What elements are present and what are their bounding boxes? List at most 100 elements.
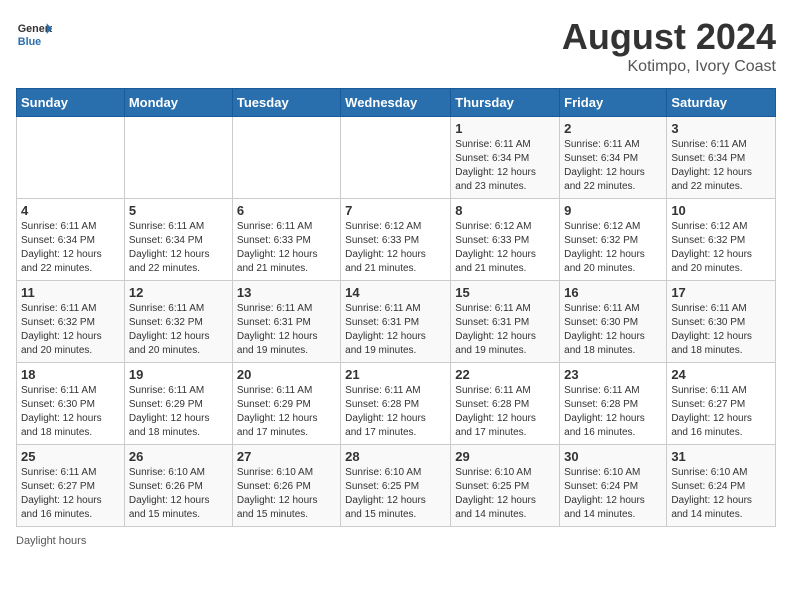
day-number: 25 <box>21 449 120 464</box>
day-number: 15 <box>455 285 555 300</box>
calendar-cell: 11 Sunrise: 6:11 AM Sunset: 6:32 PM Dayli… <box>17 281 125 363</box>
day-info: Sunrise: 6:10 AM Sunset: 6:25 PM Dayligh… <box>455 466 555 522</box>
day-info: Sunrise: 6:12 AM Sunset: 6:33 PM Dayligh… <box>345 220 446 276</box>
day-info: Sunrise: 6:11 AM Sunset: 6:29 PM Dayligh… <box>237 384 336 440</box>
calendar-cell: 5Sunrise: 6:11 AM Sunset: 6:34 PM Daylig… <box>124 199 232 281</box>
calendar-cell <box>17 117 125 199</box>
calendar-week-row: 11 Sunrise: 6:11 AM Sunset: 6:32 PM Dayli… <box>17 281 776 363</box>
day-number: 14 <box>345 285 446 300</box>
page-subtitle: Kotimpo, Ivory Coast <box>562 58 776 76</box>
calendar-cell: 31 Sunrise: 6:10 AM Sunset: 6:24 PM Dayli… <box>667 445 776 527</box>
calendar-week-row: 25 Sunrise: 6:11 AM Sunset: 6:27 PM Dayli… <box>17 445 776 527</box>
day-number: 26 <box>129 449 228 464</box>
day-number: 6 <box>237 203 336 218</box>
calendar-cell: 22 Sunrise: 6:11 AM Sunset: 6:28 PM Dayli… <box>451 363 560 445</box>
day-of-week-monday: Monday <box>124 89 232 117</box>
day-info: Sunrise: 6:11 AM Sunset: 6:31 PM Dayligh… <box>345 302 446 358</box>
day-of-week-friday: Friday <box>560 89 667 117</box>
day-info: Sunrise: 6:11 AM Sunset: 6:32 PM Dayligh… <box>129 302 228 358</box>
calendar-header-row: SundayMondayTuesdayWednesdayThursdayFrid… <box>17 89 776 117</box>
day-number: 23 <box>564 367 662 382</box>
daylight-label: Daylight hours <box>16 535 86 547</box>
day-of-week-wednesday: Wednesday <box>341 89 451 117</box>
calendar-cell: 23 Sunrise: 6:11 AM Sunset: 6:28 PM Dayli… <box>560 363 667 445</box>
day-of-week-thursday: Thursday <box>451 89 560 117</box>
calendar-cell: 8 Sunrise: 6:12 AM Sunset: 6:33 PM Daylig… <box>451 199 560 281</box>
day-of-week-tuesday: Tuesday <box>232 89 340 117</box>
day-info: Sunrise: 6:10 AM Sunset: 6:26 PM Dayligh… <box>237 466 336 522</box>
logo: General Blue <box>16 16 52 52</box>
calendar-cell: 27 Sunrise: 6:10 AM Sunset: 6:26 PM Dayli… <box>232 445 340 527</box>
day-info: Sunrise: 6:11 AM Sunset: 6:29 PM Dayligh… <box>129 384 228 440</box>
calendar-table: SundayMondayTuesdayWednesdayThursdayFrid… <box>16 88 776 527</box>
day-number: 11 <box>21 285 120 300</box>
calendar-cell: 9 Sunrise: 6:12 AM Sunset: 6:32 PM Daylig… <box>560 199 667 281</box>
day-info: Sunrise: 6:11 AM Sunset: 6:34 PM Dayligh… <box>671 138 771 194</box>
day-number: 27 <box>237 449 336 464</box>
day-number: 19 <box>129 367 228 382</box>
day-info: Sunrise: 6:11 AM Sunset: 6:28 PM Dayligh… <box>455 384 555 440</box>
day-info: Sunrise: 6:11 AM Sunset: 6:28 PM Dayligh… <box>345 384 446 440</box>
calendar-cell: 15 Sunrise: 6:11 AM Sunset: 6:31 PM Dayli… <box>451 281 560 363</box>
day-info: Sunrise: 6:10 AM Sunset: 6:25 PM Dayligh… <box>345 466 446 522</box>
calendar-cell: 7Sunrise: 6:12 AM Sunset: 6:33 PM Daylig… <box>341 199 451 281</box>
calendar-cell: 19 Sunrise: 6:11 AM Sunset: 6:29 PM Dayli… <box>124 363 232 445</box>
day-info: Sunrise: 6:11 AM Sunset: 6:34 PM Dayligh… <box>455 138 555 194</box>
day-number: 30 <box>564 449 662 464</box>
day-info: Sunrise: 6:11 AM Sunset: 6:27 PM Dayligh… <box>21 466 120 522</box>
calendar-cell: 24 Sunrise: 6:11 AM Sunset: 6:27 PM Dayli… <box>667 363 776 445</box>
day-info: Sunrise: 6:12 AM Sunset: 6:33 PM Dayligh… <box>455 220 555 276</box>
day-info: Sunrise: 6:11 AM Sunset: 6:27 PM Dayligh… <box>671 384 771 440</box>
calendar-cell: 26 Sunrise: 6:10 AM Sunset: 6:26 PM Dayli… <box>124 445 232 527</box>
calendar-cell: 12 Sunrise: 6:11 AM Sunset: 6:32 PM Dayli… <box>124 281 232 363</box>
calendar-cell: 21 Sunrise: 6:11 AM Sunset: 6:28 PM Dayli… <box>341 363 451 445</box>
day-number: 24 <box>671 367 771 382</box>
day-info: Sunrise: 6:11 AM Sunset: 6:30 PM Dayligh… <box>671 302 771 358</box>
day-info: Sunrise: 6:11 AM Sunset: 6:31 PM Dayligh… <box>455 302 555 358</box>
day-number: 18 <box>21 367 120 382</box>
day-number: 22 <box>455 367 555 382</box>
day-number: 10 <box>671 203 771 218</box>
calendar-week-row: 18 Sunrise: 6:11 AM Sunset: 6:30 PM Dayli… <box>17 363 776 445</box>
day-info: Sunrise: 6:11 AM Sunset: 6:30 PM Dayligh… <box>564 302 662 358</box>
day-number: 2 <box>564 121 662 136</box>
day-number: 16 <box>564 285 662 300</box>
day-info: Sunrise: 6:11 AM Sunset: 6:34 PM Dayligh… <box>21 220 120 276</box>
calendar-cell: 20 Sunrise: 6:11 AM Sunset: 6:29 PM Dayli… <box>232 363 340 445</box>
day-number: 13 <box>237 285 336 300</box>
calendar-cell: 17Sunrise: 6:11 AM Sunset: 6:30 PM Dayli… <box>667 281 776 363</box>
day-info: Sunrise: 6:10 AM Sunset: 6:24 PM Dayligh… <box>671 466 771 522</box>
calendar-week-row: 1 Sunrise: 6:11 AM Sunset: 6:34 PM Daylig… <box>17 117 776 199</box>
day-info: Sunrise: 6:11 AM Sunset: 6:30 PM Dayligh… <box>21 384 120 440</box>
day-number: 12 <box>129 285 228 300</box>
day-info: Sunrise: 6:10 AM Sunset: 6:26 PM Dayligh… <box>129 466 228 522</box>
day-number: 29 <box>455 449 555 464</box>
day-number: 28 <box>345 449 446 464</box>
day-number: 4 <box>21 203 120 218</box>
day-number: 8 <box>455 203 555 218</box>
day-info: Sunrise: 6:11 AM Sunset: 6:28 PM Dayligh… <box>564 384 662 440</box>
day-info: Sunrise: 6:12 AM Sunset: 6:32 PM Dayligh… <box>564 220 662 276</box>
calendar-cell: 13 Sunrise: 6:11 AM Sunset: 6:31 PM Dayli… <box>232 281 340 363</box>
calendar-cell: 2Sunrise: 6:11 AM Sunset: 6:34 PM Daylig… <box>560 117 667 199</box>
day-number: 9 <box>564 203 662 218</box>
calendar-cell: 4 Sunrise: 6:11 AM Sunset: 6:34 PM Daylig… <box>17 199 125 281</box>
day-info: Sunrise: 6:11 AM Sunset: 6:33 PM Dayligh… <box>237 220 336 276</box>
day-number: 20 <box>237 367 336 382</box>
day-info: Sunrise: 6:11 AM Sunset: 6:32 PM Dayligh… <box>21 302 120 358</box>
day-number: 1 <box>455 121 555 136</box>
calendar-cell: 14 Sunrise: 6:11 AM Sunset: 6:31 PM Dayli… <box>341 281 451 363</box>
calendar-cell: 16 Sunrise: 6:11 AM Sunset: 6:30 PM Dayli… <box>560 281 667 363</box>
day-number: 31 <box>671 449 771 464</box>
day-of-week-sunday: Sunday <box>17 89 125 117</box>
day-info: Sunrise: 6:11 AM Sunset: 6:34 PM Dayligh… <box>129 220 228 276</box>
logo-icon: General Blue <box>16 16 52 52</box>
calendar-cell <box>124 117 232 199</box>
page-title: August 2024 <box>562 16 776 58</box>
calendar-cell <box>232 117 340 199</box>
day-info: Sunrise: 6:11 AM Sunset: 6:31 PM Dayligh… <box>237 302 336 358</box>
day-number: 21 <box>345 367 446 382</box>
day-info: Sunrise: 6:10 AM Sunset: 6:24 PM Dayligh… <box>564 466 662 522</box>
calendar-cell: 28 Sunrise: 6:10 AM Sunset: 6:25 PM Dayli… <box>341 445 451 527</box>
title-block: August 2024 Kotimpo, Ivory Coast <box>562 16 776 76</box>
